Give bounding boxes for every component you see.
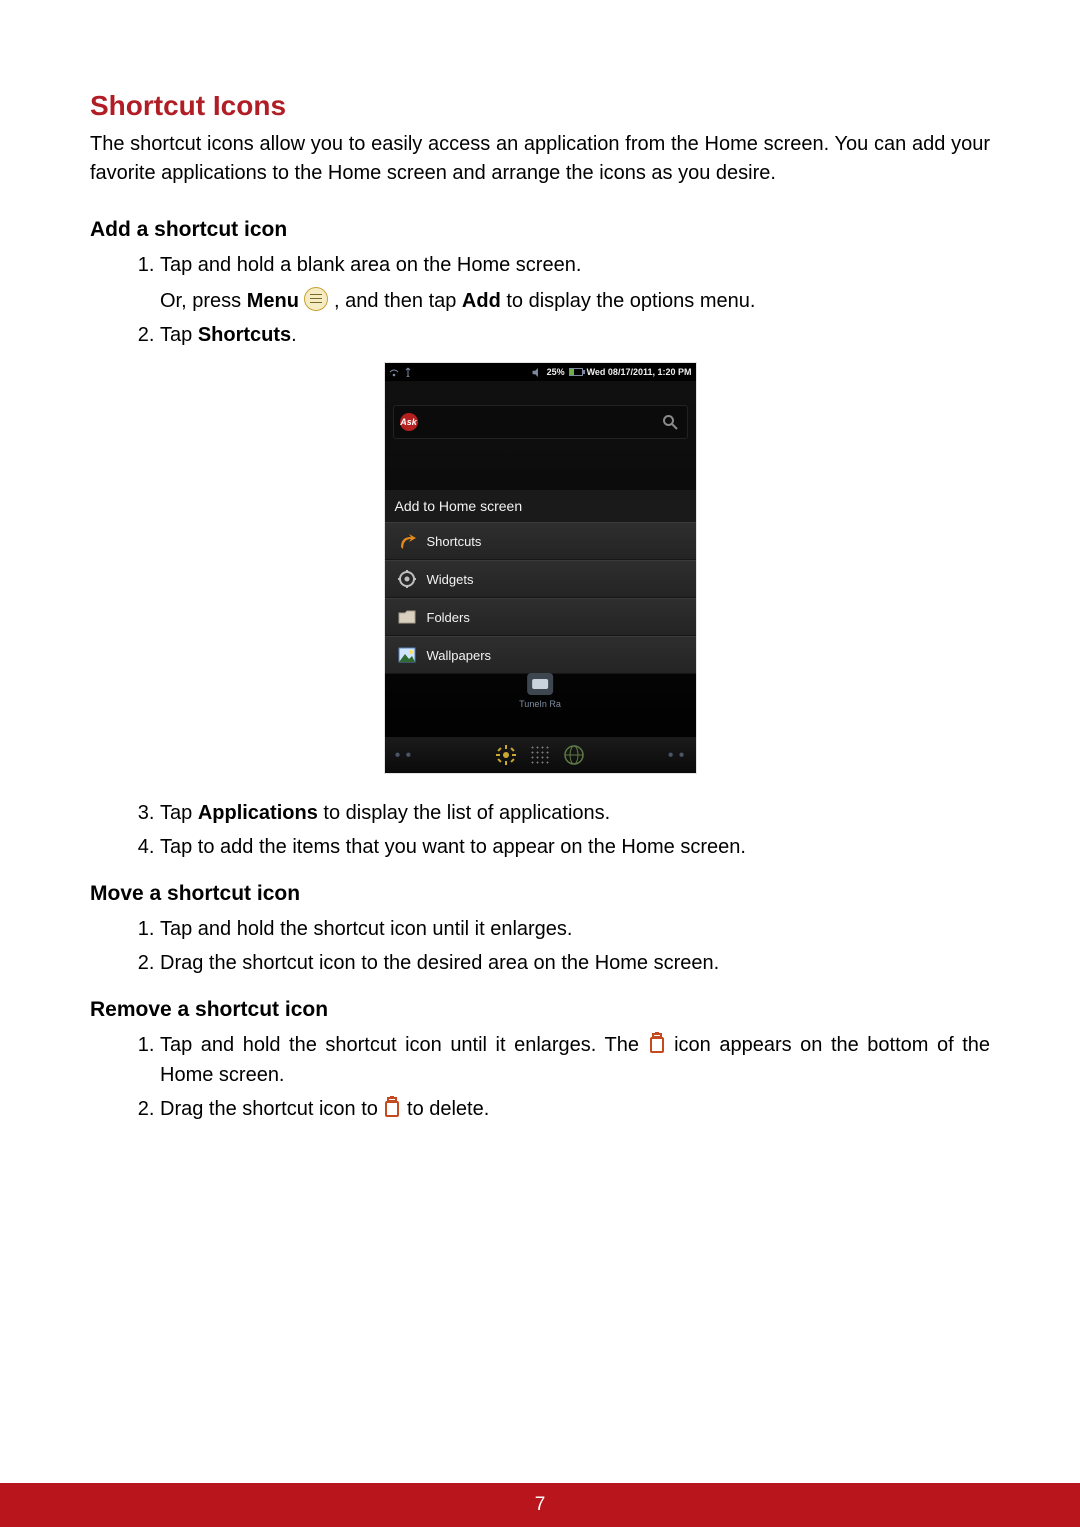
ask-badge: Ask — [400, 413, 418, 431]
text: Tap — [160, 324, 198, 346]
dialog-item-label: Wallpapers — [427, 648, 492, 663]
text: Drag the shortcut icon to — [160, 1098, 383, 1120]
intro-text: The shortcut icons allow you to easily a… — [90, 130, 990, 188]
page-footer: 7 — [0, 1483, 1080, 1527]
dock-browser-button[interactable] — [564, 745, 584, 765]
usb-icon — [403, 367, 413, 377]
remove-steps: Tap and hold the shortcut icon until it … — [90, 1030, 990, 1124]
battery-icon — [569, 368, 583, 376]
shortcuts-bold: Shortcuts — [198, 324, 291, 346]
dialog-item-folders[interactable]: Folders — [385, 598, 696, 636]
home-app-tunein[interactable]: TuneIn Ra — [519, 673, 561, 709]
remove-step-2: Drag the shortcut icon to to delete. — [160, 1094, 990, 1124]
dock-settings-button[interactable] — [496, 745, 516, 765]
move-steps: Tap and hold the shortcut icon until it … — [90, 914, 990, 978]
add-steps-3-4: Tap Applications to display the list of … — [90, 798, 990, 862]
page-title: Shortcut Icons — [90, 90, 990, 122]
page-indicator-right[interactable]: ● ● — [668, 750, 686, 761]
add-step-3: Tap Applications to display the list of … — [160, 798, 990, 828]
add-steps-1-2: Tap and hold a blank area on the Home sc… — [90, 250, 990, 350]
text: . — [291, 324, 297, 346]
dialog-item-label: Widgets — [427, 572, 474, 587]
add-to-home-dialog: Add to Home screen Shortcuts Widgets — [385, 490, 696, 674]
status-bar: 25% Wed 08/17/2011, 1:20 PM — [385, 363, 696, 381]
wifi-icon — [389, 367, 399, 377]
text: Tap — [160, 802, 198, 824]
remove-step-1: Tap and hold the shortcut icon until it … — [160, 1030, 990, 1090]
text: Tap and hold the shortcut icon until it … — [160, 1034, 648, 1056]
text: Or, press — [160, 290, 247, 312]
text: to delete. — [401, 1098, 489, 1120]
dialog-item-label: Shortcuts — [427, 534, 482, 549]
speaker-icon — [532, 368, 543, 377]
add-step-1: Tap and hold a blank area on the Home sc… — [160, 250, 990, 316]
dialog-title: Add to Home screen — [385, 490, 696, 522]
search-button[interactable] — [659, 411, 681, 433]
search-input[interactable] — [424, 412, 653, 432]
app-label: TuneIn Ra — [519, 699, 561, 709]
add-step-2: Tap Shortcuts. — [160, 320, 990, 350]
status-datetime: Wed 08/17/2011, 1:20 PM — [587, 367, 692, 377]
radio-icon — [527, 673, 553, 695]
applications-bold: Applications — [198, 802, 318, 824]
move-step-2: Drag the shortcut icon to the desired ar… — [160, 948, 990, 978]
menu-icon — [304, 287, 328, 311]
dialog-item-wallpapers[interactable]: Wallpapers — [385, 636, 696, 674]
trash-icon — [648, 1032, 666, 1054]
page-indicator-left[interactable]: ● ● — [395, 750, 413, 761]
wallpaper-icon — [397, 645, 417, 665]
search-icon — [662, 414, 678, 430]
battery-pct: 25% — [547, 367, 565, 377]
text: Tap and hold a blank area on the Home sc… — [160, 254, 581, 276]
trash-icon — [383, 1096, 401, 1118]
shortcut-icon — [397, 531, 417, 551]
dock-apps-button[interactable] — [530, 745, 550, 765]
folder-icon — [397, 607, 417, 627]
dialog-item-label: Folders — [427, 610, 470, 625]
move-step-1: Tap and hold the shortcut icon until it … — [160, 914, 990, 944]
search-bar[interactable]: Ask — [393, 405, 688, 439]
dock: ● ● ● ● — [385, 737, 696, 773]
device-screenshot-wrap: 25% Wed 08/17/2011, 1:20 PM Ask Add to H… — [90, 362, 990, 774]
add-bold: Add — [462, 290, 501, 312]
device-screenshot: 25% Wed 08/17/2011, 1:20 PM Ask Add to H… — [384, 362, 697, 774]
add-step-4: Tap to add the items that you want to ap… — [160, 832, 990, 862]
text: to display the options menu. — [501, 290, 756, 312]
page-number: 7 — [535, 1494, 546, 1516]
move-heading: Move a shortcut icon — [90, 882, 990, 906]
dialog-item-shortcuts[interactable]: Shortcuts — [385, 522, 696, 560]
gear-icon — [496, 745, 516, 765]
widget-icon — [397, 569, 417, 589]
menu-bold: Menu — [247, 290, 299, 312]
text: , and then tap — [328, 290, 461, 312]
dialog-item-widgets[interactable]: Widgets — [385, 560, 696, 598]
add-heading: Add a shortcut icon — [90, 218, 990, 242]
remove-heading: Remove a shortcut icon — [90, 998, 990, 1022]
globe-icon — [564, 745, 584, 765]
text: to display the list of applications. — [318, 802, 610, 824]
